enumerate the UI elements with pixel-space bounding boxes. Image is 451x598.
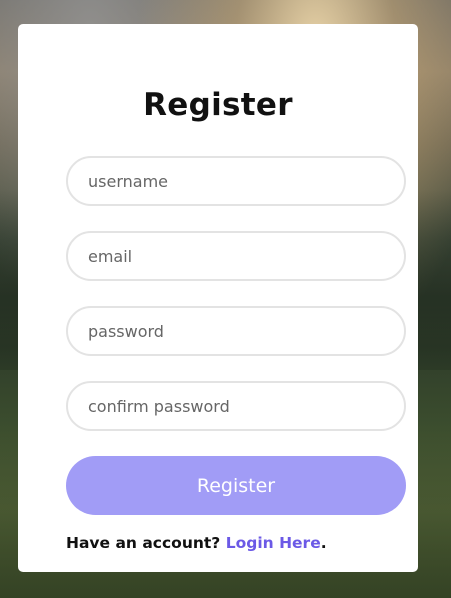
login-prompt: Have an account? Login Here. (66, 534, 327, 552)
login-prompt-period: . (320, 534, 327, 552)
username-input[interactable] (66, 156, 406, 206)
login-link[interactable]: Login Here (226, 534, 321, 552)
email-input[interactable] (66, 231, 406, 281)
password-input[interactable] (66, 306, 406, 356)
register-card: Register Register Have an account? Login… (18, 24, 418, 572)
confirm-password-input[interactable] (66, 381, 406, 431)
register-button[interactable]: Register (66, 456, 406, 515)
login-prompt-text: Have an account? (66, 534, 221, 552)
page-title: Register (143, 87, 293, 123)
